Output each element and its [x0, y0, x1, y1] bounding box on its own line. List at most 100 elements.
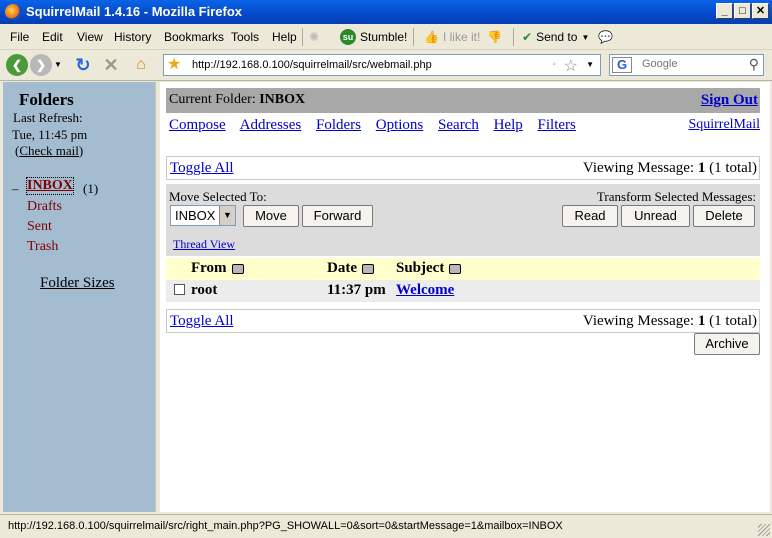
date-column-header[interactable]: Date	[327, 260, 374, 277]
comment-icon[interactable]: 💬	[598, 27, 613, 47]
thumbs-up-icon: 👍	[424, 30, 439, 44]
forward-arrow-icon: ❯	[35, 58, 47, 72]
message-table-header: From Date Subject	[166, 258, 760, 280]
status-text: http://192.168.0.100/squirrelmail/src/ri…	[8, 520, 563, 532]
url-bar[interactable]: ★ http://192.168.0.100/squirrelmail/src/…	[163, 54, 601, 76]
compose-link[interactable]: Compose	[169, 117, 226, 133]
delete-button[interactable]: Delete	[693, 205, 755, 227]
menu-file[interactable]: File	[10, 30, 29, 44]
squirrelmail-link[interactable]: SquirrelMail	[688, 117, 760, 133]
help-link[interactable]: Help	[494, 117, 523, 133]
google-icon[interactable]: G	[612, 57, 632, 73]
current-folder-text: Current Folder:	[169, 92, 256, 107]
thread-view-link[interactable]: Thread View	[173, 237, 235, 252]
history-dropdown[interactable]: ▼	[52, 54, 64, 76]
sort-icon[interactable]	[449, 263, 462, 274]
current-folder-name: INBOX	[259, 92, 306, 107]
menu-bookmarks[interactable]: Bookmarks	[164, 30, 224, 44]
menu-help[interactable]: Help	[272, 30, 297, 44]
i-like-it-button[interactable]: 👍 I like it!	[424, 27, 480, 47]
move-target-select[interactable]: INBOX ▼	[170, 205, 236, 226]
stop-button[interactable]: ✕	[100, 54, 122, 76]
from-header-label: From	[191, 260, 227, 276]
chevron-down-icon: ▼	[219, 206, 235, 225]
unread-button[interactable]: Unread	[621, 205, 690, 227]
move-button[interactable]: Move	[243, 205, 299, 227]
folder-sent[interactable]: Sent	[27, 219, 52, 235]
search-input[interactable]	[642, 58, 742, 70]
from-column-header[interactable]: From	[191, 260, 244, 277]
message-checkbox[interactable]	[174, 284, 185, 295]
message-from: root	[191, 282, 218, 298]
collapse-toggle[interactable]: –	[12, 181, 19, 197]
close-button[interactable]: ✕	[752, 3, 769, 19]
forward-button[interactable]: ❯	[30, 54, 52, 76]
viewing-label: Viewing Message:	[582, 313, 695, 329]
message-subject-link[interactable]: Welcome	[396, 282, 454, 299]
bookmark-star-icon[interactable]: ★	[167, 56, 185, 74]
menu-edit[interactable]: Edit	[42, 30, 63, 44]
folder-sizes-link[interactable]: Folder Sizes	[40, 275, 115, 292]
message-date: 11:37 pm	[327, 282, 386, 298]
table-row: root 11:37 pm Welcome	[166, 280, 760, 302]
send-to-button[interactable]: ✔ Send to ▼	[522, 27, 589, 47]
sort-icon[interactable]	[362, 263, 374, 274]
check-mail-link[interactable]: Check mail	[19, 143, 79, 158]
viewing-number: 1	[697, 160, 706, 176]
thumbs-down-icon[interactable]: 👎	[487, 27, 502, 47]
toolbar-separator	[413, 28, 414, 46]
home-button[interactable]: ⌂	[130, 54, 152, 76]
subject-header-label: Subject	[396, 260, 445, 276]
star-outline-icon[interactable]: ☆	[564, 56, 578, 76]
folder-trash[interactable]: Trash	[27, 239, 58, 255]
search-icon[interactable]: ⚲	[749, 56, 759, 73]
menu-tools[interactable]: Tools	[231, 30, 259, 44]
send-icon: ✔	[522, 30, 533, 44]
menu-history[interactable]: History	[114, 30, 151, 44]
menu-view[interactable]: View	[77, 30, 103, 44]
viewing-total: (1 total)	[709, 160, 757, 176]
url-dropdown-icon[interactable]: ▼	[586, 60, 594, 69]
viewing-message-info: Viewing Message: 1 (1 total)	[583, 160, 757, 177]
maximize-button[interactable]: □	[734, 3, 751, 19]
current-folder-label: Current Folder: INBOX	[169, 92, 305, 108]
stumbleupon-icon: su	[340, 29, 356, 45]
move-selected-label: Move Selected To:	[169, 189, 267, 204]
filters-link[interactable]: Filters	[538, 117, 576, 133]
window-title-bar: SquirrelMail 1.4.16 - Mozilla Firefox _ …	[0, 0, 772, 24]
resize-grip-icon[interactable]	[758, 524, 770, 536]
toggle-all-link[interactable]: Toggle All	[170, 160, 234, 177]
toggle-all-link[interactable]: Toggle All	[170, 313, 234, 330]
viewing-number: 1	[697, 313, 706, 329]
feed-icon: ◦	[552, 59, 556, 70]
status-bar: http://192.168.0.100/squirrelmail/src/ri…	[0, 514, 772, 538]
addresses-link[interactable]: Addresses	[240, 117, 302, 133]
loading-icon: ✺	[309, 30, 320, 44]
archive-button[interactable]: Archive	[694, 333, 760, 355]
url-text: http://192.168.0.100/squirrelmail/src/we…	[192, 59, 432, 71]
reload-button[interactable]: ↻	[72, 54, 94, 76]
toolbar-separator	[302, 28, 303, 46]
subject-column-header[interactable]: Subject	[396, 260, 462, 277]
i-like-it-label: I like it!	[442, 30, 481, 44]
main-nav: Compose Addresses Folders Options Search…	[169, 117, 587, 134]
search-bar[interactable]: G ⚲	[609, 54, 764, 76]
search-link[interactable]: Search	[438, 117, 479, 133]
minimize-button[interactable]: _	[716, 3, 733, 19]
folder-drafts[interactable]: Drafts	[27, 199, 62, 215]
read-button[interactable]: Read	[562, 205, 618, 227]
forward-button[interactable]: Forward	[302, 205, 373, 227]
viewing-total: (1 total)	[709, 313, 757, 329]
message-list-bottom-bar: Toggle All Viewing Message: 1 (1 total)	[166, 309, 760, 333]
options-link[interactable]: Options	[376, 117, 424, 133]
sign-out-link[interactable]: Sign Out	[701, 92, 758, 109]
firefox-icon	[5, 4, 21, 20]
chevron-down-icon: ▼	[581, 32, 590, 42]
folder-inbox[interactable]: INBOX	[26, 177, 74, 195]
sort-icon[interactable]	[231, 263, 244, 274]
viewing-message-info: Viewing Message: 1 (1 total)	[583, 313, 757, 330]
stumble-button[interactable]: su Stumble!	[340, 27, 407, 47]
folders-link[interactable]: Folders	[316, 117, 361, 133]
transform-label: Transform Selected Messages:	[596, 189, 756, 204]
back-button[interactable]: ❮	[6, 54, 28, 76]
